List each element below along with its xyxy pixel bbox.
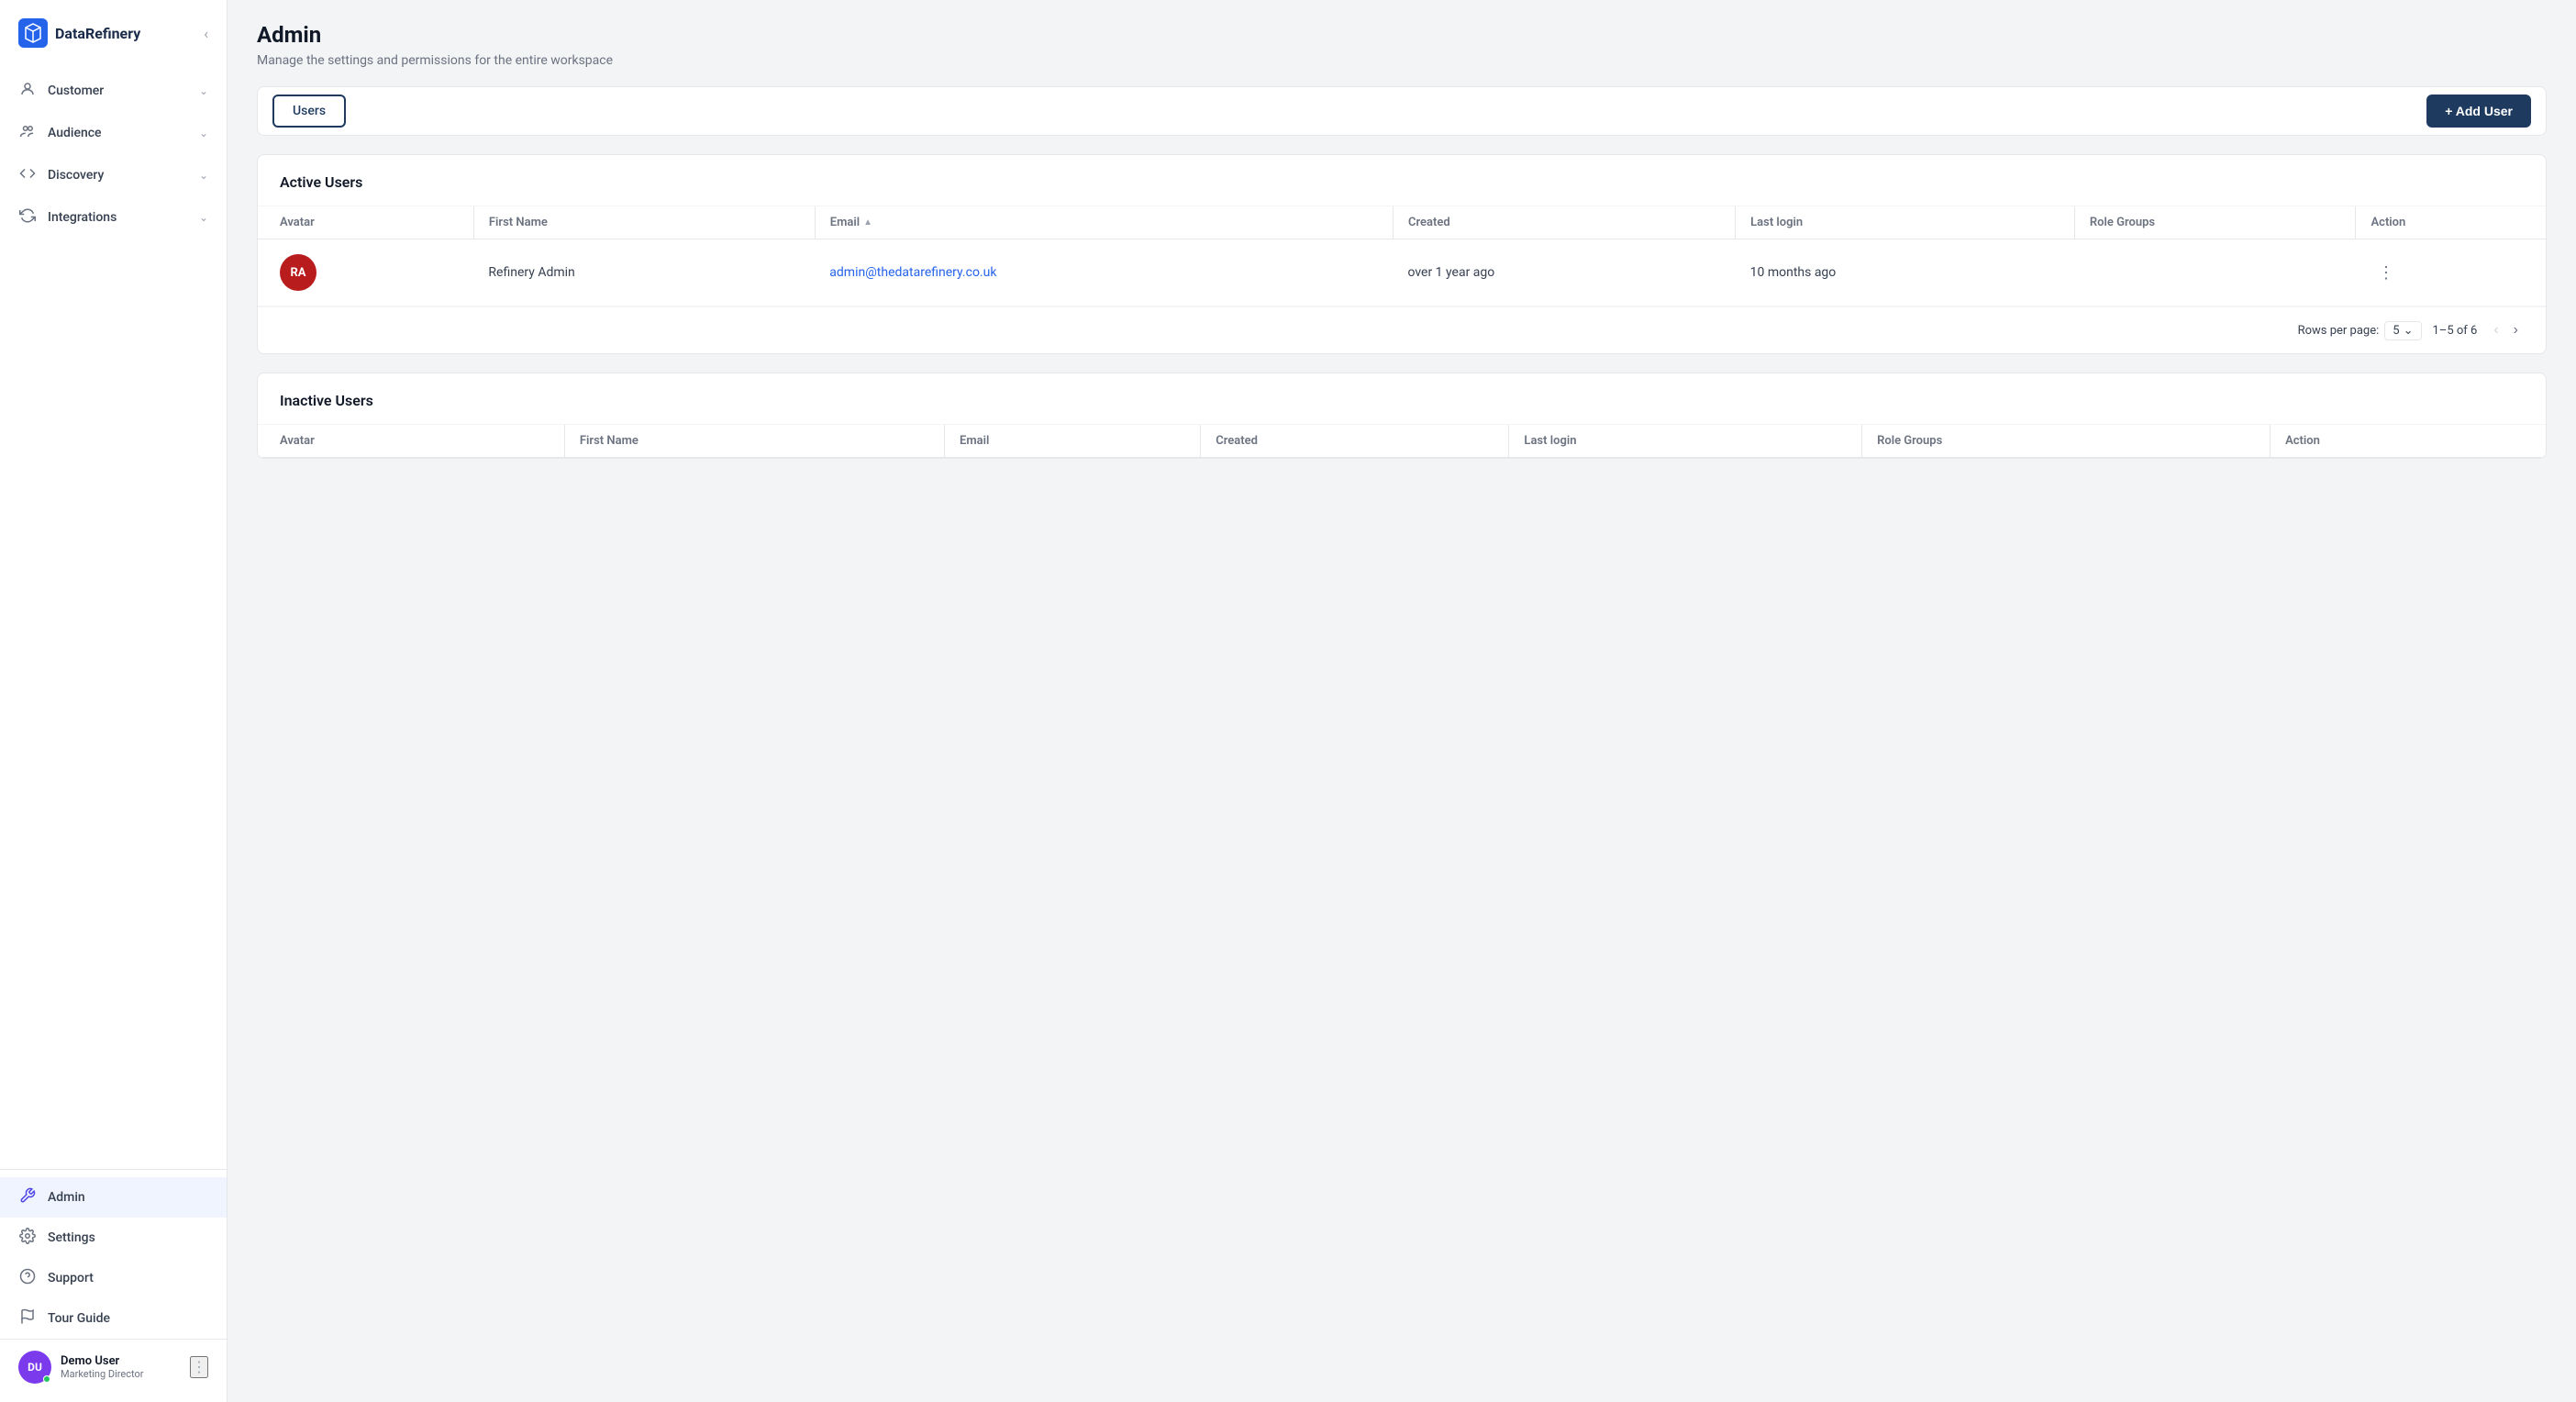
active-users-title: Active Users	[258, 155, 2546, 206]
page-subtitle: Manage the settings and permissions for …	[257, 53, 2547, 68]
main-content: Admin Manage the settings and permission…	[228, 0, 2576, 1402]
logo-icon	[18, 18, 48, 48]
sidebar-bottom: Admin Settings Support Tour Guide DU	[0, 1169, 227, 1402]
group-icon	[18, 123, 37, 143]
cell-role-groups	[2074, 239, 2356, 306]
active-users-section: Active Users Avatar First Name	[257, 154, 2547, 354]
gear-icon	[18, 1228, 37, 1248]
sort-asc-icon: ▲	[863, 217, 872, 228]
sync-icon	[18, 207, 37, 228]
discovery-label: Discovery	[48, 168, 104, 183]
logo-area: DataRefinery ‹	[0, 0, 227, 62]
rows-per-page-select[interactable]: 5 ⌄	[2384, 321, 2421, 340]
user-name: Demo User	[61, 1354, 181, 1368]
audience-label: Audience	[48, 126, 102, 140]
col-action: Action	[2356, 206, 2546, 239]
add-user-button[interactable]: + Add User	[2426, 95, 2531, 128]
sidebar: DataRefinery ‹ Customer ⌄ Audience ⌄ Dis…	[0, 0, 228, 1402]
avatar: DU	[18, 1351, 51, 1384]
rows-per-page-value: 5	[2393, 324, 2399, 338]
col-avatar-inactive: Avatar	[258, 425, 564, 458]
prev-page-button[interactable]: ‹	[2488, 318, 2504, 342]
cell-action: ⋮	[2356, 239, 2546, 306]
cell-avatar: RA	[258, 239, 473, 306]
page-header: Admin Manage the settings and permission…	[257, 22, 2547, 68]
col-action-inactive: Action	[2271, 425, 2546, 458]
chevron-down-icon: ⌄	[199, 84, 208, 97]
code-icon	[18, 165, 37, 185]
chevron-down-icon: ⌄	[199, 169, 208, 182]
sidebar-item-settings[interactable]: Settings	[0, 1218, 227, 1258]
inactive-users-title: Inactive Users	[258, 373, 2546, 424]
next-page-button[interactable]: ›	[2508, 318, 2524, 342]
wrench-icon	[18, 1187, 37, 1207]
tabs: Users	[272, 95, 346, 128]
col-created-inactive: Created	[1201, 425, 1509, 458]
col-role-groups-inactive: Role Groups	[1862, 425, 2271, 458]
cell-last-login: 10 months ago	[1736, 239, 2075, 306]
active-users-table: Avatar First Name Email ▲	[258, 206, 2546, 306]
chevron-down-icon: ⌄	[199, 127, 208, 139]
col-email-inactive: Email	[945, 425, 1201, 458]
sidebar-item-integrations[interactable]: Integrations ⌄	[0, 196, 227, 239]
col-first-name[interactable]: First Name	[473, 206, 815, 239]
admin-label: Admin	[48, 1190, 85, 1205]
user-profile[interactable]: DU Demo User Marketing Director ⋮	[0, 1339, 227, 1395]
inactive-users-table: Avatar First Name Email Created Last log	[258, 424, 2546, 458]
sidebar-collapse-button[interactable]: ‹	[204, 25, 208, 42]
tab-users[interactable]: Users	[272, 95, 346, 128]
cell-email: admin@thedatarefinery.co.uk	[815, 239, 1393, 306]
chevron-down-icon: ⌄	[199, 211, 208, 224]
integrations-label: Integrations	[48, 210, 117, 225]
sidebar-item-support[interactable]: Support	[0, 1258, 227, 1298]
logo-text: DataRefinery	[55, 25, 140, 42]
col-role-groups: Role Groups	[2074, 206, 2356, 239]
row-action-button[interactable]: ⋮	[2371, 260, 2402, 286]
sidebar-item-discovery[interactable]: Discovery ⌄	[0, 154, 227, 196]
sidebar-item-tour-guide[interactable]: Tour Guide	[0, 1298, 227, 1339]
inactive-users-section: Inactive Users Avatar First Name Email	[257, 373, 2547, 459]
user-menu-button[interactable]: ⋮	[190, 1356, 208, 1378]
sidebar-item-customer[interactable]: Customer ⌄	[0, 70, 227, 112]
flag-icon	[18, 1308, 37, 1329]
pagination: Rows per page: 5 ⌄ 1–5 of 6 ‹ ›	[258, 306, 2546, 353]
online-indicator	[43, 1375, 50, 1383]
cell-first-name: Refinery Admin	[473, 239, 815, 306]
cell-created: over 1 year ago	[1393, 239, 1735, 306]
rows-per-page: Rows per page: 5 ⌄	[2298, 321, 2422, 340]
col-created: Created	[1393, 206, 1735, 239]
content-area: Admin Manage the settings and permission…	[228, 0, 2576, 1402]
customer-label: Customer	[48, 83, 104, 98]
page-navigation: ‹ ›	[2488, 318, 2524, 342]
page-range: 1–5 of 6	[2433, 324, 2478, 338]
email-link[interactable]: admin@thedatarefinery.co.uk	[829, 265, 996, 280]
support-label: Support	[48, 1271, 94, 1285]
sidebar-item-admin[interactable]: Admin	[0, 1177, 227, 1218]
rows-dropdown-icon: ⌄	[2404, 324, 2414, 338]
rows-per-page-label: Rows per page:	[2298, 324, 2380, 338]
col-email[interactable]: Email ▲	[815, 206, 1393, 239]
person-icon	[18, 81, 37, 101]
main-nav: Customer ⌄ Audience ⌄ Discovery ⌄ Integr…	[0, 62, 227, 1169]
col-first-name-inactive: First Name	[564, 425, 944, 458]
sidebar-item-audience[interactable]: Audience ⌄	[0, 112, 227, 154]
page-title: Admin	[257, 22, 2547, 48]
col-last-login: Last login	[1736, 206, 2075, 239]
user-info: Demo User Marketing Director	[61, 1354, 181, 1380]
tab-bar: Users + Add User	[257, 86, 2547, 136]
settings-label: Settings	[48, 1230, 95, 1245]
avatar: RA	[280, 254, 316, 291]
col-avatar: Avatar	[258, 206, 473, 239]
col-last-login-inactive: Last login	[1509, 425, 1862, 458]
tour-guide-label: Tour Guide	[48, 1311, 110, 1326]
help-icon	[18, 1268, 37, 1288]
user-role: Marketing Director	[61, 1368, 181, 1380]
table-row: RA Refinery Admin admin@thedatarefinery.…	[258, 239, 2546, 306]
